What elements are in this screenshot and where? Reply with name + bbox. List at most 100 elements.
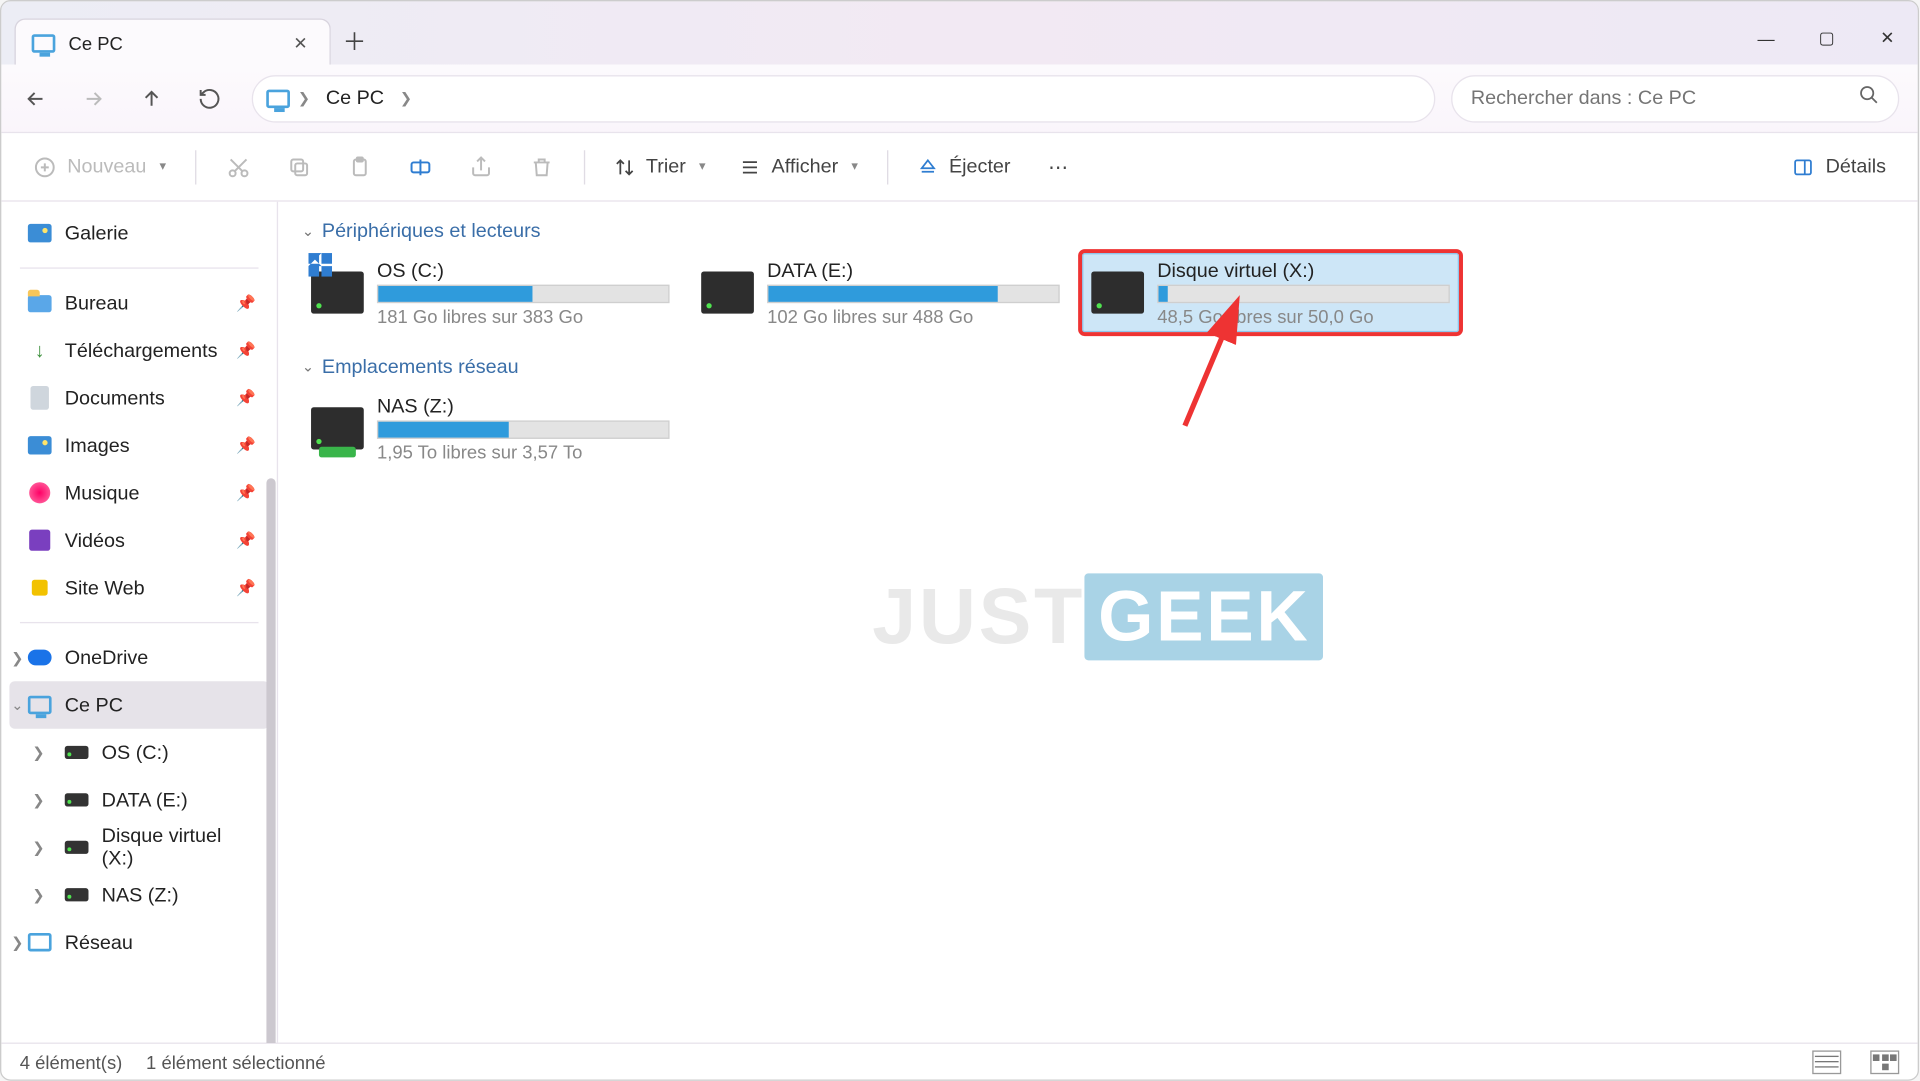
sidebar-item-telechargements[interactable]: ↓ Téléchargements 📌 (9, 327, 269, 374)
document-icon (28, 386, 52, 410)
group-header-network[interactable]: ⌄ Emplacements réseau (302, 351, 1910, 389)
view-grid-button[interactable] (1870, 1050, 1899, 1074)
sidebar-item-gallery[interactable]: Galerie (9, 210, 269, 257)
chevron-right-icon[interactable]: ❯ (397, 90, 414, 107)
chevron-down-icon: ▾ (851, 159, 858, 173)
separator (584, 150, 585, 184)
refresh-button[interactable] (183, 72, 236, 125)
chevron-down-icon: ▾ (160, 159, 167, 173)
drive-icon (701, 272, 754, 314)
new-button[interactable]: Nouveau ▾ (20, 143, 180, 190)
pin-icon[interactable]: 📌 (236, 484, 256, 502)
sidebar-item-siteweb[interactable]: Site Web 📌 (9, 564, 269, 611)
pin-icon[interactable]: 📌 (236, 341, 256, 359)
music-icon (28, 481, 52, 505)
drive-item[interactable]: NAS (Z:) 1,95 To libres sur 3,57 To (302, 389, 679, 468)
content-area[interactable]: JUSTGEEK ⌄ Périphériques et lecteurs OS … (278, 202, 1918, 1043)
sort-button[interactable]: Trier ▾ (601, 143, 719, 190)
close-tab-icon[interactable]: ✕ (287, 30, 313, 56)
sidebar-item-label: Galerie (65, 222, 129, 244)
navigation-pane[interactable]: Galerie Bureau 📌 ↓ Téléchargements 📌 Doc… (1, 202, 278, 1043)
sidebar-item-reseau[interactable]: ❯ Réseau (9, 919, 269, 966)
chevron-right-icon[interactable]: ❯ (28, 791, 49, 808)
group-header-devices[interactable]: ⌄ Périphériques et lecteurs (302, 215, 1910, 253)
sidebar-item-label: Réseau (65, 931, 133, 953)
eject-button[interactable]: Éjecter (904, 143, 1024, 190)
sidebar-item-cepc[interactable]: ⌄ Ce PC (9, 681, 269, 728)
chevron-right-icon[interactable]: ❯ (295, 90, 312, 107)
delete-button[interactable] (515, 143, 568, 190)
network-drives-grid: NAS (Z:) 1,95 To libres sur 3,57 To (302, 389, 1910, 468)
sidebar-item-label: OS (C:) (101, 741, 168, 763)
cut-button[interactable] (212, 143, 265, 190)
drive-item[interactable]: DATA (E:) 102 Go libres sur 488 Go (692, 253, 1069, 332)
sidebar-item-label: Bureau (65, 292, 129, 314)
view-button[interactable]: Afficher ▾ (727, 143, 871, 190)
paste-button[interactable] (334, 143, 387, 190)
pin-icon[interactable]: 📌 (236, 579, 256, 597)
drive-item[interactable]: OS (C:) 181 Go libres sur 383 Go (302, 253, 679, 332)
breadcrumb-cepc[interactable]: Ce PC (318, 84, 392, 112)
share-button[interactable] (455, 143, 508, 190)
more-button[interactable]: ⋯ (1032, 143, 1085, 190)
chevron-down-icon[interactable]: ⌄ (7, 697, 28, 714)
pin-icon[interactable]: 📌 (236, 389, 256, 407)
sidebar-item-videos[interactable]: Vidéos 📌 (9, 517, 269, 564)
chevron-right-icon[interactable]: ❯ (7, 649, 28, 666)
chevron-right-icon[interactable]: ❯ (28, 839, 49, 856)
back-button[interactable] (9, 72, 62, 125)
tab-ce-pc[interactable]: Ce PC ✕ (14, 18, 330, 65)
pin-icon[interactable]: 📌 (236, 294, 256, 312)
sidebar-item-bureau[interactable]: Bureau 📌 (9, 279, 269, 326)
monitor-icon (266, 86, 290, 110)
drive-capacity-bar (377, 284, 670, 302)
scrollbar[interactable] (266, 478, 275, 1042)
status-item-count: 4 élément(s) (20, 1051, 123, 1072)
window-controls: — ▢ ✕ (1736, 12, 1918, 65)
network-icon (28, 931, 52, 955)
search-input[interactable] (1471, 87, 1858, 109)
drive-info: NAS (Z:) 1,95 To libres sur 3,57 To (377, 395, 670, 462)
view-list-button[interactable] (1812, 1050, 1841, 1074)
close-window-button[interactable]: ✕ (1857, 12, 1918, 65)
drive-free-text: 102 Go libres sur 488 Go (767, 305, 1060, 326)
sidebar-item-drive-nas[interactable]: ❯ NAS (Z:) (9, 871, 269, 918)
up-button[interactable] (125, 72, 178, 125)
sidebar-item-documents[interactable]: Documents 📌 (9, 374, 269, 421)
drive-name: NAS (Z:) (377, 395, 670, 417)
new-tab-button[interactable]: ＋ (331, 17, 378, 64)
drives-grid: OS (C:) 181 Go libres sur 383 Go DATA (E… (302, 253, 1910, 332)
drive-capacity-bar (767, 284, 1060, 302)
forward-button[interactable] (67, 72, 120, 125)
image-icon (28, 434, 52, 458)
chevron-right-icon[interactable]: ❯ (28, 744, 49, 761)
sidebar-item-musique[interactable]: Musique 📌 (9, 469, 269, 516)
chevron-right-icon[interactable]: ❯ (7, 934, 28, 951)
search-box[interactable] (1451, 74, 1899, 121)
pin-icon[interactable]: 📌 (236, 436, 256, 454)
search-icon[interactable] (1858, 84, 1879, 112)
drive-name: DATA (E:) (767, 259, 1060, 281)
details-label: Détails (1826, 156, 1886, 178)
breadcrumb[interactable]: ❯ Ce PC ❯ (252, 74, 1436, 121)
gallery-icon (28, 221, 52, 245)
explorer-window: Ce PC ✕ ＋ — ▢ ✕ ❯ Ce PC ❯ Nouveau (0, 0, 1919, 1081)
rename-button[interactable] (394, 143, 447, 190)
group-label: Emplacements réseau (322, 356, 519, 378)
sidebar-item-drive-os[interactable]: ❯ OS (C:) (9, 729, 269, 776)
maximize-button[interactable]: ▢ (1796, 12, 1857, 65)
copy-button[interactable] (273, 143, 326, 190)
drive-icon (1091, 272, 1144, 314)
drive-item[interactable]: Disque virtuel (X:) 48,5 Go libres sur 5… (1082, 253, 1459, 332)
sidebar-item-drive-virtuel[interactable]: ❯ Disque virtuel (X:) (9, 824, 269, 871)
minimize-button[interactable]: — (1736, 12, 1797, 65)
separator (20, 268, 259, 269)
sidebar-item-onedrive[interactable]: ❯ OneDrive (9, 634, 269, 681)
sidebar-item-label: Site Web (65, 577, 145, 599)
sidebar-item-images[interactable]: Images 📌 (9, 422, 269, 469)
sidebar-item-label: Images (65, 434, 130, 456)
sidebar-item-drive-data[interactable]: ❯ DATA (E:) (9, 776, 269, 823)
chevron-right-icon[interactable]: ❯ (28, 886, 49, 903)
details-pane-button[interactable]: Détails (1778, 143, 1899, 190)
pin-icon[interactable]: 📌 (236, 531, 256, 549)
